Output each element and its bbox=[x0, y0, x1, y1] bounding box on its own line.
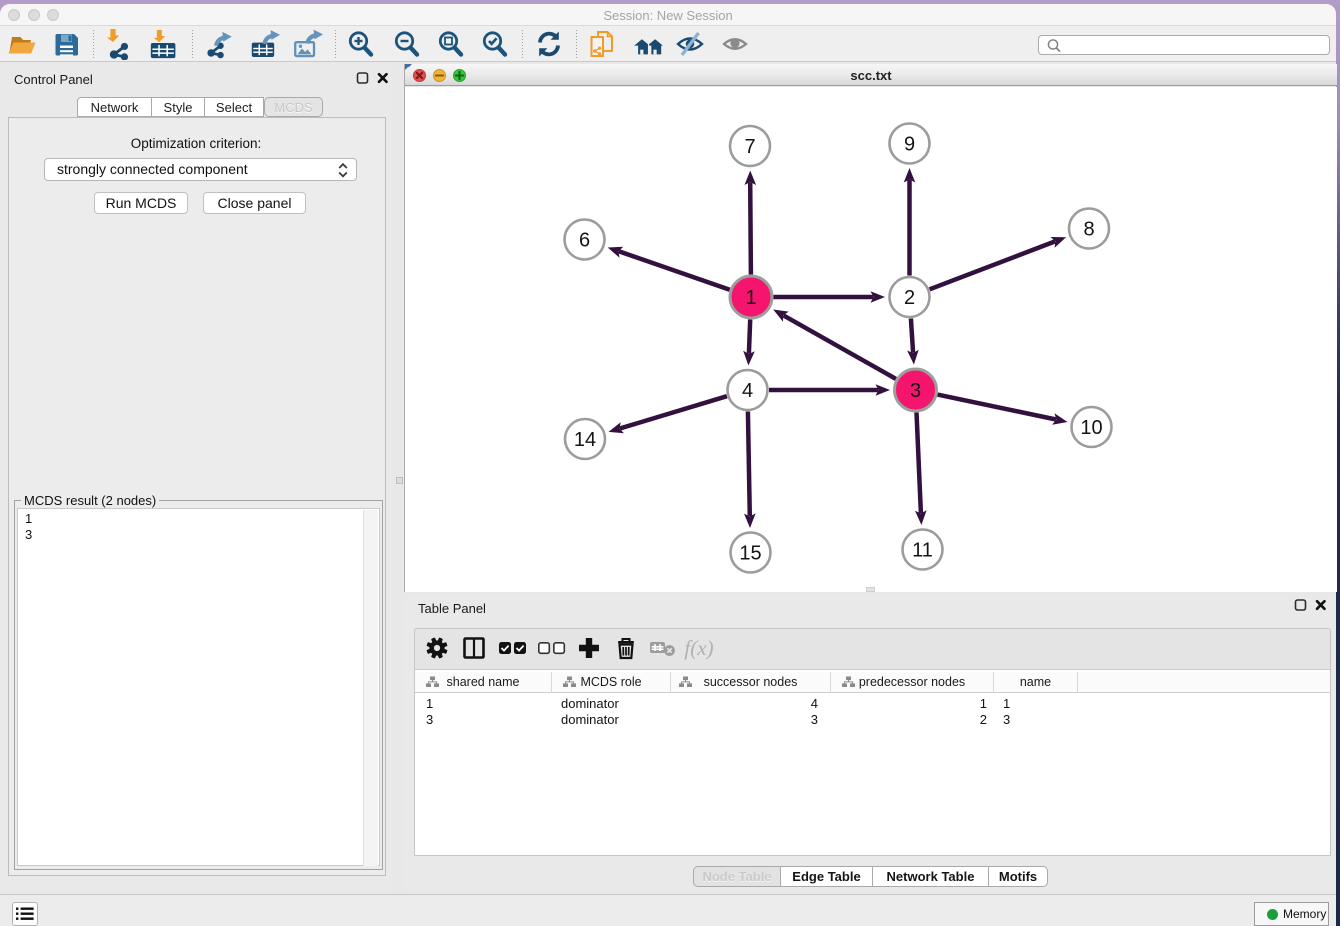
svg-text:9: 9 bbox=[904, 134, 915, 156]
svg-text:3: 3 bbox=[910, 380, 921, 402]
svg-text:6: 6 bbox=[579, 230, 590, 252]
svg-text:8: 8 bbox=[1083, 219, 1094, 241]
svg-text:f(x): f(x) bbox=[684, 636, 713, 660]
svg-text:1: 1 bbox=[745, 287, 756, 309]
svg-text:15: 15 bbox=[739, 543, 761, 565]
svg-text:11: 11 bbox=[912, 540, 933, 562]
svg-text:10: 10 bbox=[1080, 417, 1102, 439]
svg-text:7: 7 bbox=[744, 136, 755, 158]
svg-text:2: 2 bbox=[904, 287, 915, 309]
svg-text:14: 14 bbox=[574, 429, 596, 451]
svg-text:4: 4 bbox=[742, 380, 753, 402]
